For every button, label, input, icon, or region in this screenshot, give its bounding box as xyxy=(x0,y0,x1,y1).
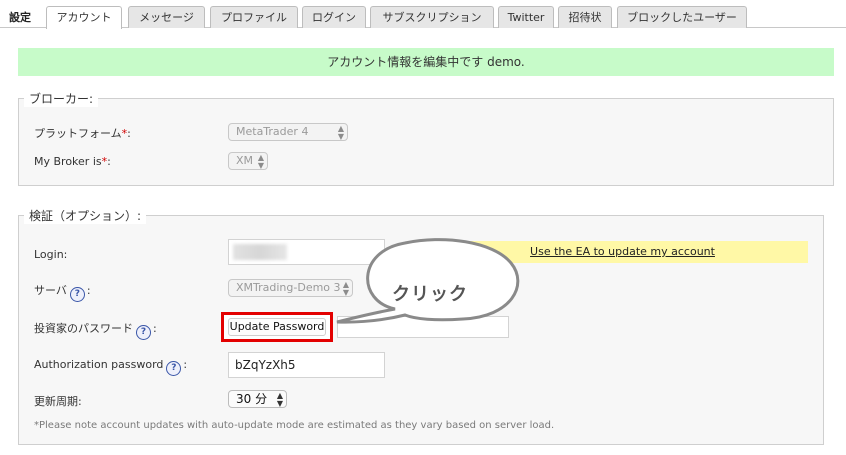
tab-profile[interactable]: プロファイル xyxy=(210,6,298,28)
platform-label: プラットフォーム*: xyxy=(34,127,131,140)
help-icon[interactable]: ? xyxy=(69,287,85,302)
tab-account[interactable]: アカウント xyxy=(46,6,122,29)
tab-messages[interactable]: メッセージ xyxy=(128,6,205,28)
investor-password-label: 投資家のパスワード?: xyxy=(34,320,157,340)
select-arrows-icon: ▲ ▼ xyxy=(276,391,283,408)
update-interval-label: 更新周期: xyxy=(34,395,82,408)
settings-title: 設定 xyxy=(9,11,31,24)
tab-subscription[interactable]: サブスクリプション xyxy=(370,6,494,28)
update-password-highlight: Update Password xyxy=(221,312,333,342)
settings-tab-bar: 設定 アカウント メッセージ プロファイル ログイン サブスクリプション Twi… xyxy=(0,0,846,29)
update-footnote: *Please note account updates with auto-u… xyxy=(34,420,555,431)
update-interval-select[interactable]: 30 分 ▲ ▼ xyxy=(228,390,287,408)
editing-notice: アカウント情報を編集中です demo. xyxy=(18,48,834,76)
tab-login[interactable]: ログイン xyxy=(302,6,366,28)
platform-select[interactable]: MetaTrader 4 ▲ ▼ xyxy=(228,123,348,141)
tab-blocked-users[interactable]: ブロックしたユーザー xyxy=(617,6,747,28)
authorization-password-label: Authorization password?: xyxy=(34,358,187,376)
select-arrows-icon: ▲ ▼ xyxy=(257,153,264,170)
broker-legend: ブローカー: xyxy=(24,90,99,107)
broker-fieldset xyxy=(18,98,834,186)
server-label: サーバ?: xyxy=(34,282,91,302)
callout-text: クリック xyxy=(392,284,468,305)
login-label: Login: xyxy=(34,248,68,261)
tab-invitations[interactable]: 招待状 xyxy=(558,6,612,28)
ea-update-link[interactable]: Use the EA to update my account xyxy=(530,245,715,258)
help-icon[interactable]: ? xyxy=(136,325,151,340)
redacted-login xyxy=(233,244,287,260)
select-arrows-icon: ▲ ▼ xyxy=(337,124,344,141)
authorization-password-input[interactable]: bZqYzXh5 xyxy=(228,352,385,378)
help-icon[interactable]: ? xyxy=(166,361,182,376)
verification-legend: 検証（オプション）: xyxy=(24,207,147,224)
update-password-button[interactable]: Update Password xyxy=(228,318,326,336)
broker-select[interactable]: XM ▲ ▼ xyxy=(228,152,268,170)
tab-twitter[interactable]: Twitter xyxy=(498,6,554,28)
broker-label: My Broker is*: xyxy=(34,155,111,168)
